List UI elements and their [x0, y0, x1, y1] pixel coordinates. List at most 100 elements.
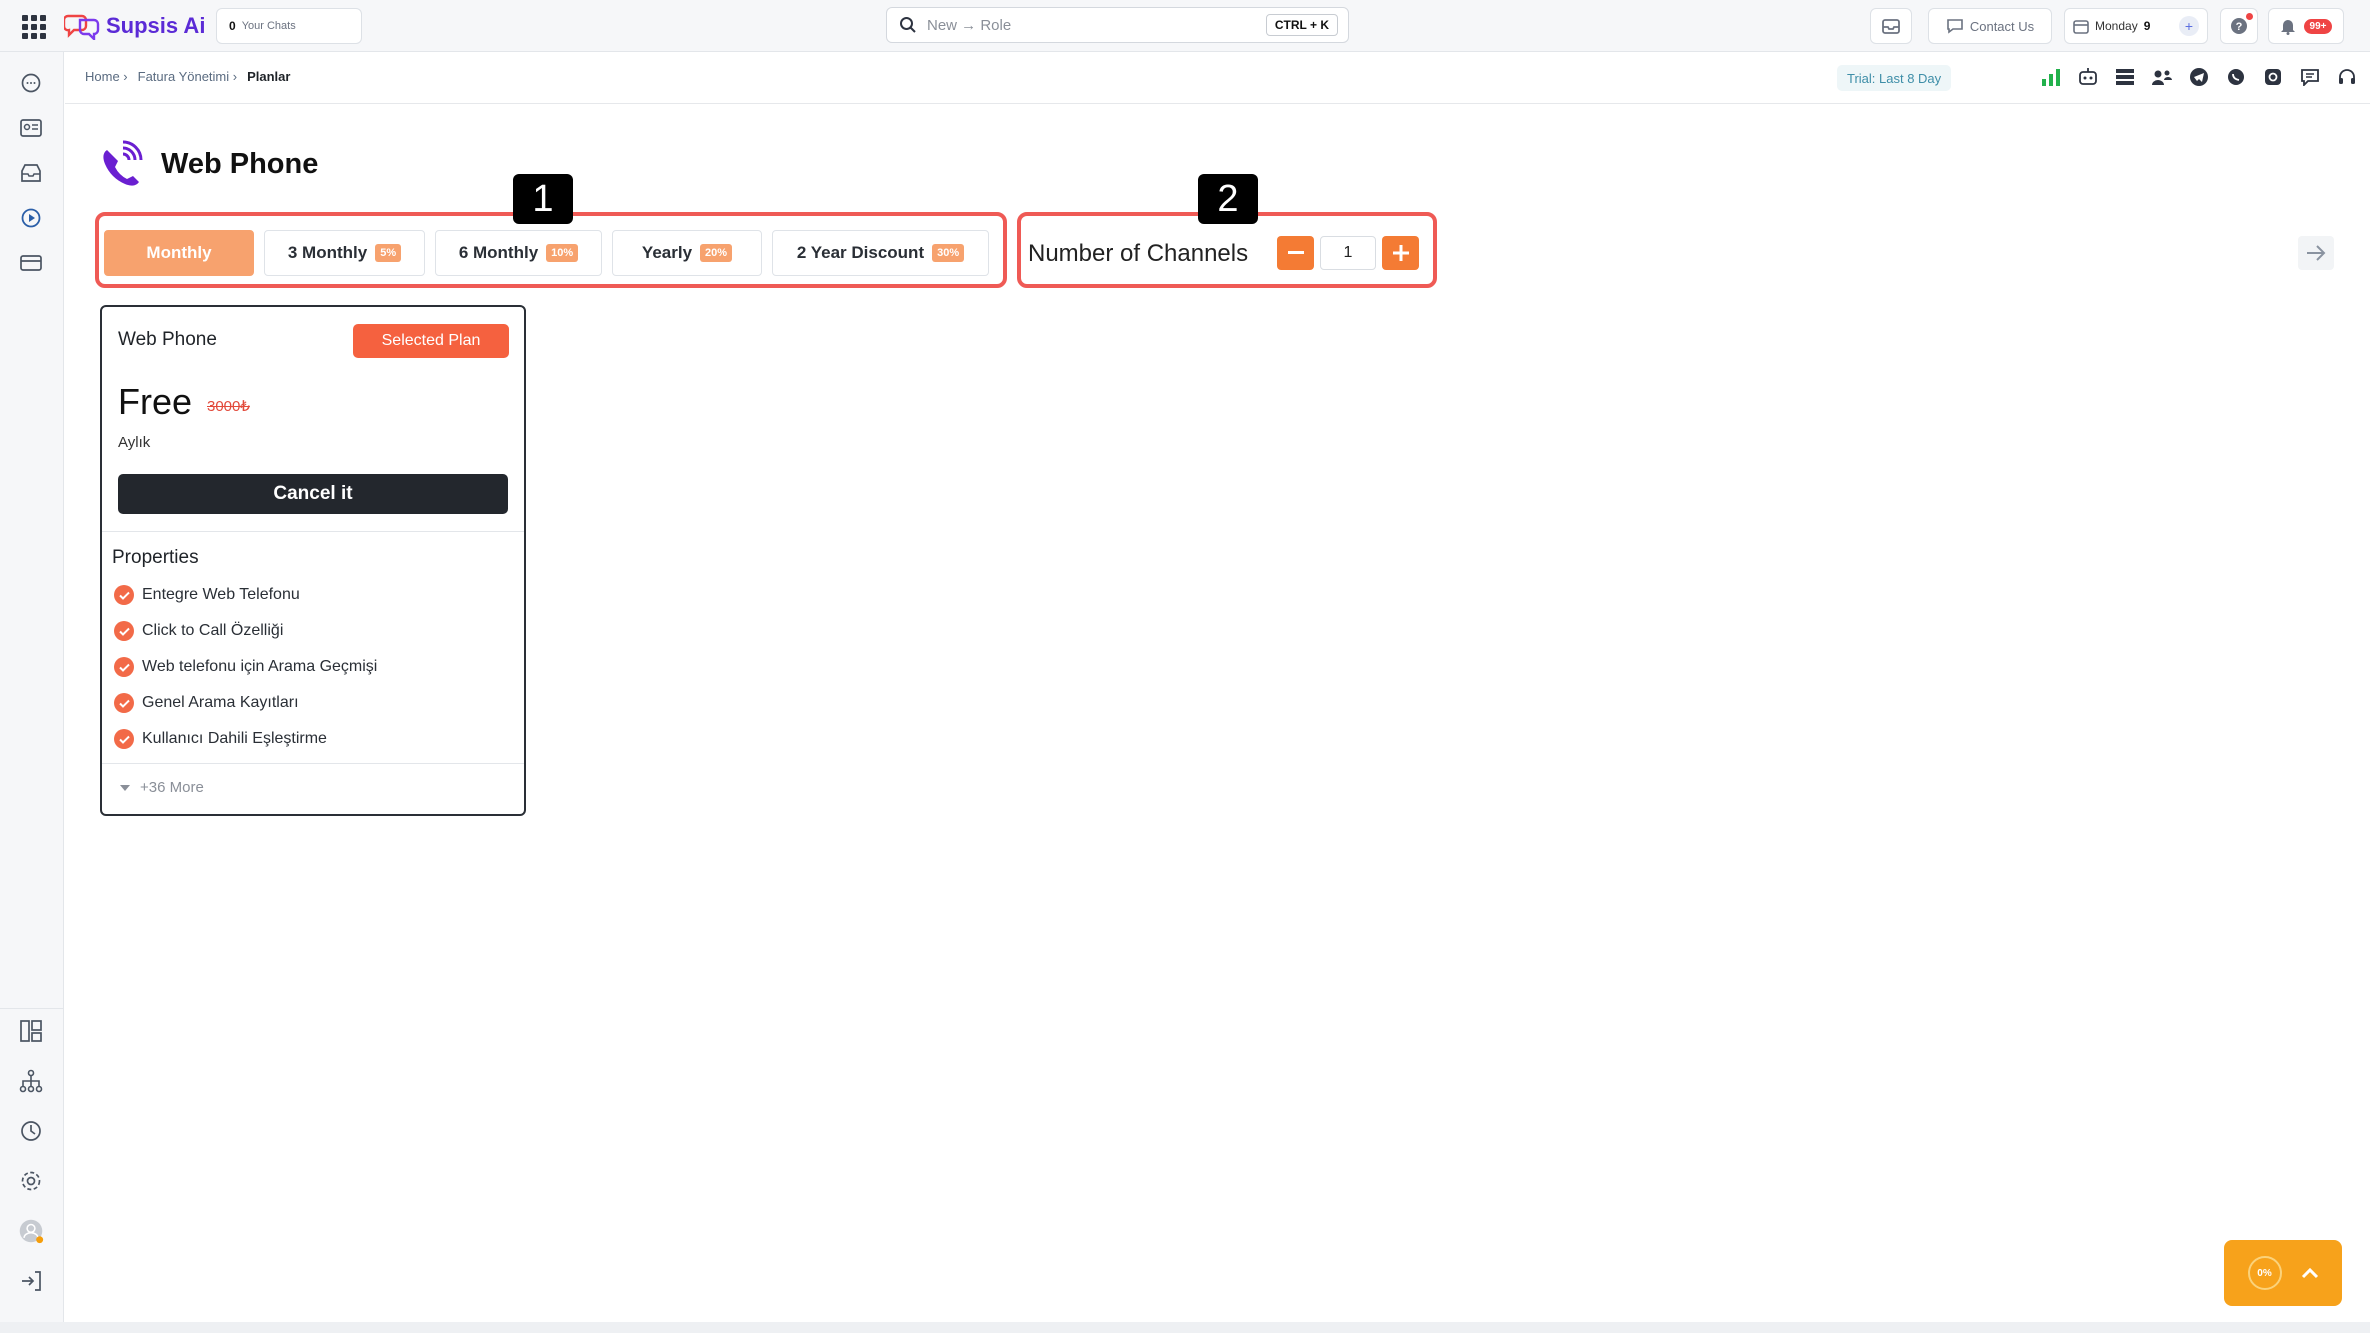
sidebar-item-profile[interactable]: [18, 1218, 44, 1244]
message-icon: [1947, 19, 1963, 34]
sidebar-item-dashboard[interactable]: [18, 1018, 44, 1044]
play-circle-icon: [21, 208, 41, 228]
channels-input[interactable]: 1: [1320, 236, 1376, 270]
top-bar: Supsis Ai 0 Your Chats New → Role CTRL +…: [0, 0, 2370, 52]
page-header: Web Phone: [99, 140, 318, 188]
card-icon: [20, 255, 42, 271]
global-search[interactable]: New → Role CTRL + K: [886, 7, 1349, 43]
period-tab-label: 6 Monthly: [458, 243, 539, 262]
headset-icon[interactable]: [2335, 65, 2359, 89]
feature-label: Kullanıcı Dahili Eşleştirme: [142, 730, 327, 747]
channels-label: Number of Channels: [1028, 240, 1249, 267]
sidebar-divider: [0, 1008, 64, 1009]
main-content: Home › Fatura Yönetimi › Planlar Trial: …: [65, 52, 2370, 1322]
progress-ring: 0%: [2247, 1256, 2282, 1290]
left-sidebar: [0, 52, 64, 1322]
apps-grid-icon[interactable]: [22, 15, 46, 39]
contact-us-button[interactable]: Contact Us: [1928, 8, 2052, 44]
period-tab-6-monthly[interactable]: 6 Monthly 10%: [435, 230, 602, 276]
inbox-button[interactable]: [1870, 8, 1912, 44]
sidebar-item-logout[interactable]: [18, 1268, 44, 1294]
more-features-label: +36 More: [140, 779, 204, 796]
feature-label: Web telefonu için Arama Geçmişi: [142, 658, 378, 675]
telegram-icon[interactable]: [2187, 65, 2211, 89]
scroll-right-button[interactable]: [2298, 236, 2334, 270]
decrease-channels-button[interactable]: [1277, 236, 1314, 270]
whatsapp-icon[interactable]: [2224, 65, 2248, 89]
progress-widget[interactable]: 0%: [2224, 1240, 2342, 1306]
show-more-features[interactable]: +36 More: [120, 779, 204, 796]
plan-card: Web Phone Selected Plan Free 3000₺ Aylık…: [100, 305, 526, 816]
period-tab-label: 2 Year Discount: [796, 243, 925, 262]
breadcrumb-home[interactable]: Home ›: [85, 69, 128, 84]
sidebar-item-media[interactable]: [18, 205, 44, 231]
robot-icon[interactable]: [2076, 65, 2100, 89]
card-divider: [102, 531, 524, 532]
archive-icon: [21, 164, 41, 182]
period-tab-3-monthly[interactable]: 3 Monthly 5%: [264, 230, 425, 276]
period-tab-2-year[interactable]: 2 Year Discount 30%: [772, 230, 989, 276]
clock-icon: [21, 1121, 41, 1141]
feature-item: Genel Arama Kayıtları: [114, 691, 299, 715]
check-icon: [114, 729, 134, 749]
discount-badge: 20%: [700, 244, 733, 262]
layout-icon: [20, 1020, 42, 1042]
caret-down-icon: [120, 784, 130, 791]
search-shortcut: CTRL + K: [1265, 14, 1338, 36]
your-chats-count: 0: [229, 19, 236, 33]
chat-icon: [21, 73, 41, 93]
inbox-icon: [1882, 19, 1900, 34]
sidebar-item-inbox[interactable]: [18, 160, 44, 186]
period-tab-label: Monthly: [146, 243, 212, 262]
sub-header: Home › Fatura Yönetimi › Planlar Trial: …: [65, 52, 2370, 104]
properties-title: Properties: [112, 547, 199, 568]
gear-icon: [21, 1171, 41, 1191]
sidebar-item-settings[interactable]: [18, 1168, 44, 1194]
feature-item: Kullanıcı Dahili Eşleştirme: [114, 727, 327, 751]
check-icon: [114, 693, 134, 713]
annotation-label-1: 1: [513, 174, 573, 224]
sidebar-item-chats[interactable]: [18, 70, 44, 96]
discount-badge: 30%: [932, 244, 965, 262]
help-button[interactable]: ?: [2220, 8, 2258, 44]
feature-item: Entegre Web Telefonu: [114, 583, 300, 607]
phone-wave-icon: [103, 140, 143, 186]
add-event-icon[interactable]: +: [2179, 16, 2199, 36]
breadcrumb-current: Planlar: [247, 69, 291, 84]
period-tab-yearly[interactable]: Yearly 20%: [612, 230, 762, 276]
sidebar-item-billing[interactable]: [18, 250, 44, 276]
contact-us-label: Contact Us: [1969, 18, 2035, 34]
increase-channels-button[interactable]: [1382, 236, 1419, 270]
feature-item: Click to Call Özelliği: [114, 619, 283, 643]
trial-badge: Trial: Last 8 Day: [1837, 65, 1952, 91]
feature-label: Genel Arama Kayıtları: [142, 694, 299, 711]
check-icon: [114, 585, 134, 605]
calendar-button[interactable]: Monday 9 +: [2064, 8, 2208, 44]
feature-label: Entegre Web Telefonu: [142, 586, 300, 603]
plus-icon: [1392, 245, 1409, 261]
app-logo[interactable]: Supsis Ai: [64, 10, 205, 42]
users-icon[interactable]: [2150, 65, 2174, 89]
breadcrumb-billing[interactable]: Fatura Yönetimi ›: [138, 69, 237, 84]
feature-item: Web telefonu için Arama Geçmişi: [114, 655, 377, 679]
comment-icon[interactable]: [2298, 65, 2322, 89]
instagram-icon[interactable]: [2261, 65, 2285, 89]
period-tab-monthly[interactable]: Monthly: [104, 230, 254, 276]
help-alert-dot: [2246, 13, 2253, 20]
your-chats-pill[interactable]: 0 Your Chats: [216, 8, 362, 44]
list-icon[interactable]: [2113, 65, 2137, 89]
sidebar-item-contacts[interactable]: [18, 115, 44, 141]
bell-icon: [2280, 20, 2295, 35]
discount-badge: 5%: [375, 244, 402, 262]
signal-bars-icon[interactable]: [2039, 65, 2063, 89]
sidebar-item-organization[interactable]: [18, 1068, 44, 1094]
minus-icon: [1287, 251, 1304, 254]
day-label: Monday: [2095, 19, 2138, 33]
sidebar-item-history[interactable]: [18, 1118, 44, 1144]
help-icon: ?: [2231, 18, 2247, 34]
cancel-plan-button[interactable]: Cancel it: [118, 474, 508, 514]
selected-plan-button[interactable]: Selected Plan: [353, 324, 509, 358]
search-icon: [900, 17, 916, 33]
notifications-button[interactable]: 99+: [2268, 8, 2344, 44]
day-number: 9: [2143, 19, 2151, 33]
